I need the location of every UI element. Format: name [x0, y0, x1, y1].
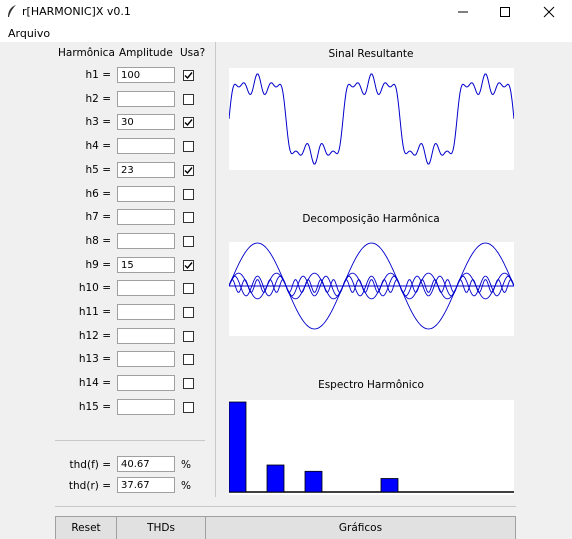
amplitude-field[interactable]: [117, 233, 175, 249]
harmonic-label: h1 =: [85, 69, 111, 81]
signal-wave: [229, 73, 514, 165]
use-checkbox[interactable]: [183, 402, 194, 413]
menu-bar: [0, 24, 572, 42]
spectrum-bar-h3: [266, 464, 285, 493]
header-harmonic: Harmônica: [58, 47, 115, 59]
reset-button[interactable]: Reset: [55, 516, 117, 539]
harmonic-label: h10 =: [78, 282, 111, 294]
window-title: r[HARMONIC]X v0.1: [22, 5, 131, 18]
spectrum-bar-h5: [304, 470, 323, 493]
harmonic-label: h13 =: [78, 353, 111, 365]
use-checkbox[interactable]: [183, 260, 194, 271]
use-checkbox[interactable]: [183, 283, 194, 294]
use-checkbox[interactable]: [183, 212, 194, 223]
thd-f-label: thd(f) =: [69, 459, 111, 471]
use-checkbox[interactable]: [183, 331, 194, 342]
bottom-divider: [55, 506, 516, 507]
amplitude-field[interactable]: [117, 209, 175, 225]
thd-r-label: thd(r) =: [68, 480, 111, 492]
harmonic-label: h4 =: [85, 140, 111, 152]
horizontal-divider: [55, 440, 205, 441]
harmonic-label: h11 =: [78, 306, 111, 318]
thds-button[interactable]: THDs: [116, 516, 206, 539]
thd-f-unit: %: [181, 459, 191, 471]
spectrum-plot: [229, 400, 514, 495]
checkmark-icon: [184, 119, 193, 127]
harmonic-label: h9 =: [85, 259, 111, 271]
amplitude-field[interactable]: [117, 375, 175, 391]
harmonic-label: h3 =: [85, 116, 111, 128]
use-checkbox[interactable]: [183, 117, 194, 128]
use-checkbox[interactable]: [183, 354, 194, 365]
amplitude-field[interactable]: [117, 91, 175, 107]
feather-icon: [8, 5, 16, 17]
close-icon: [543, 6, 555, 18]
harmonic-label: h6 =: [85, 188, 111, 200]
minimize-button[interactable]: [440, 0, 486, 24]
spectrum-bar-h9: [380, 478, 399, 493]
decomp-plot-title: Decomposição Harmônica: [302, 213, 440, 225]
vertical-divider: [215, 42, 216, 497]
checkmark-icon: [184, 167, 193, 175]
minimize-icon: [458, 11, 468, 13]
use-checkbox[interactable]: [183, 70, 194, 81]
header-use: Usa?: [180, 47, 206, 59]
graphs-button[interactable]: Gráficos: [205, 516, 516, 539]
amplitude-field[interactable]: [117, 186, 175, 202]
maximize-icon: [500, 7, 510, 17]
harmonic-label: h12 =: [78, 330, 111, 342]
use-checkbox[interactable]: [183, 94, 194, 105]
harmonic-label: h2 =: [85, 93, 111, 105]
use-checkbox[interactable]: [183, 165, 194, 176]
use-checkbox[interactable]: [183, 189, 194, 200]
amplitude-field[interactable]: [117, 351, 175, 367]
use-checkbox[interactable]: [183, 236, 194, 247]
signal-plot: [229, 68, 514, 170]
harmonic-label: h5 =: [85, 164, 111, 176]
spectrum-plot-title: Espectro Harmônico: [318, 379, 424, 391]
amplitude-field[interactable]: [117, 304, 175, 320]
amplitude-field[interactable]: [117, 138, 175, 154]
menu-file[interactable]: Arquivo: [8, 27, 50, 40]
amplitude-field[interactable]: 23: [117, 162, 175, 178]
harmonic-label: h14 =: [78, 377, 111, 389]
harmonic-label: h15 =: [78, 401, 111, 413]
maximize-button[interactable]: [482, 0, 528, 24]
thd-r-field[interactable]: 37.67: [117, 477, 175, 493]
use-checkbox[interactable]: [183, 378, 194, 389]
header-amplitude: Amplitude: [119, 47, 173, 59]
harmonic-label: h8 =: [85, 235, 111, 247]
checkmark-icon: [184, 72, 193, 80]
thd-f-field[interactable]: 40.67: [117, 456, 175, 472]
amplitude-field[interactable]: 100: [117, 67, 175, 83]
decomposition-plot: [229, 242, 514, 336]
amplitude-field[interactable]: [117, 399, 175, 415]
signal-plot-title: Sinal Resultante: [328, 48, 414, 60]
use-checkbox[interactable]: [183, 307, 194, 318]
amplitude-field[interactable]: 30: [117, 114, 175, 130]
harmonic-label: h7 =: [85, 211, 111, 223]
close-button[interactable]: [526, 0, 572, 24]
amplitude-field[interactable]: 15: [117, 257, 175, 273]
thd-r-unit: %: [181, 480, 191, 492]
amplitude-field[interactable]: [117, 280, 175, 296]
amplitude-field[interactable]: [117, 328, 175, 344]
checkmark-icon: [184, 262, 193, 270]
spectrum-bar-h1: [229, 401, 247, 493]
use-checkbox[interactable]: [183, 141, 194, 152]
